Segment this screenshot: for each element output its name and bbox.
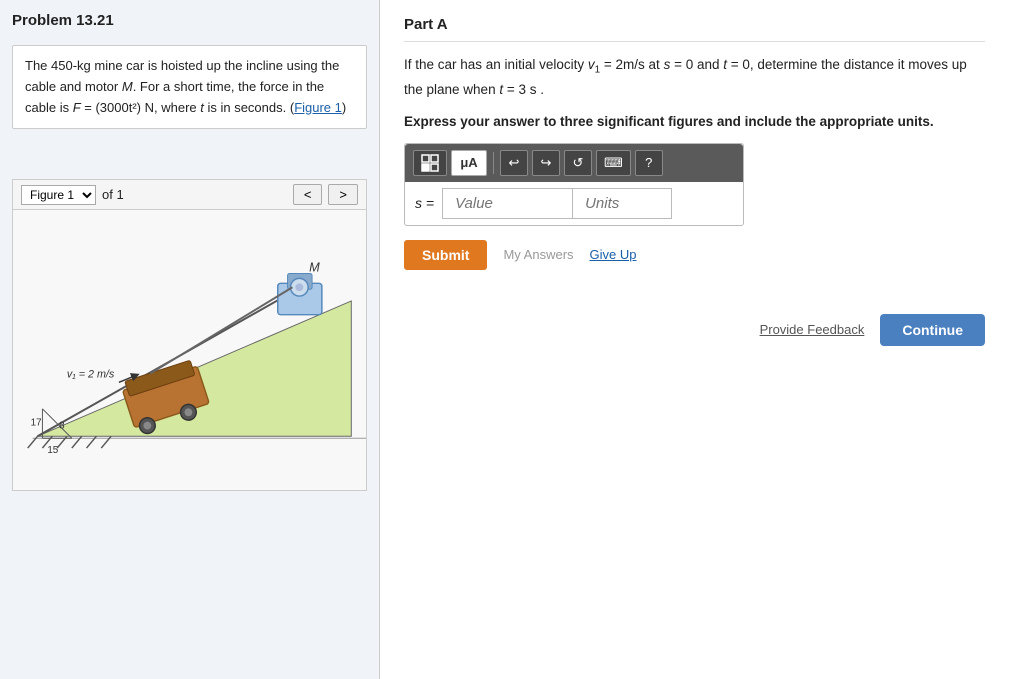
- s-label: s =: [415, 189, 442, 217]
- description-M: M: [122, 79, 133, 94]
- answer-container: μA ↩ ↪ ↺ ⌨ ?: [404, 143, 744, 226]
- bold-instruction: Express your answer to three significant…: [404, 114, 985, 129]
- redo-icon: ↪: [541, 155, 552, 171]
- M-label: M: [309, 260, 320, 275]
- part-label: Part A: [404, 16, 985, 42]
- continue-button[interactable]: Continue: [880, 314, 985, 346]
- refresh-icon: ↺: [573, 155, 584, 171]
- value-input[interactable]: [442, 188, 572, 219]
- undo-icon: ↩: [509, 155, 520, 171]
- figure-image-area: M v₁ = 2 m/s 17 15 8: [13, 210, 366, 490]
- figure-prev-button[interactable]: <: [293, 184, 323, 205]
- figure-of-label: of 1: [102, 187, 124, 202]
- keyboard-icon: ⌨: [604, 155, 623, 171]
- problem-text: If the car has an initial velocity v1 = …: [404, 54, 985, 102]
- description-F: F: [73, 100, 81, 115]
- svg-text:17: 17: [31, 418, 42, 429]
- help-button[interactable]: ?: [635, 150, 663, 176]
- figure-link[interactable]: Figure 1: [294, 100, 342, 115]
- provide-feedback-link[interactable]: Provide Feedback: [760, 322, 865, 337]
- keyboard-button[interactable]: ⌨: [596, 150, 631, 176]
- undo-button[interactable]: ↩: [500, 150, 528, 176]
- help-icon: ?: [645, 155, 652, 170]
- submit-button[interactable]: Submit: [404, 240, 487, 270]
- figure-box: Figure 1 of 1 < >: [12, 179, 367, 491]
- units-input[interactable]: [572, 188, 672, 219]
- figure-select[interactable]: Figure 1: [21, 185, 96, 205]
- bottom-row: Provide Feedback Continue: [404, 314, 985, 346]
- problem-description: The 450-kg mine car is hoisted up the in…: [12, 45, 367, 129]
- reset-button[interactable]: ↺: [564, 150, 592, 176]
- answer-toolbar: μA ↩ ↪ ↺ ⌨ ?: [405, 144, 743, 182]
- mu-symbol: μA: [460, 155, 477, 170]
- svg-text:8: 8: [59, 421, 65, 432]
- redo-button[interactable]: ↪: [532, 150, 560, 176]
- description-end: ): [342, 100, 346, 115]
- problem-title: Problem 13.21: [12, 12, 367, 29]
- grid-icon-button[interactable]: [413, 150, 447, 176]
- toolbar-separator: [493, 152, 494, 174]
- left-panel: Problem 13.21 The 450-kg mine car is hoi…: [0, 0, 380, 679]
- svg-text:v₁ = 2 m/s: v₁ = 2 m/s: [67, 369, 115, 381]
- figure-header: Figure 1 of 1 < >: [13, 180, 366, 210]
- grid-icon: [421, 154, 439, 172]
- figure-next-button[interactable]: >: [328, 184, 358, 205]
- answer-input-row: s =: [405, 182, 743, 225]
- svg-text:15: 15: [47, 445, 58, 456]
- give-up-link[interactable]: Give Up: [590, 247, 637, 262]
- my-answers-label: My Answers: [503, 247, 573, 262]
- mu-symbol-button[interactable]: μA: [451, 150, 487, 176]
- right-panel: Part A If the car has an initial velocit…: [380, 0, 1009, 679]
- description-text-4: is in seconds. (: [204, 100, 294, 115]
- description-text-3: = (3000t²) N, where: [81, 100, 201, 115]
- action-row: Submit My Answers Give Up: [404, 240, 985, 270]
